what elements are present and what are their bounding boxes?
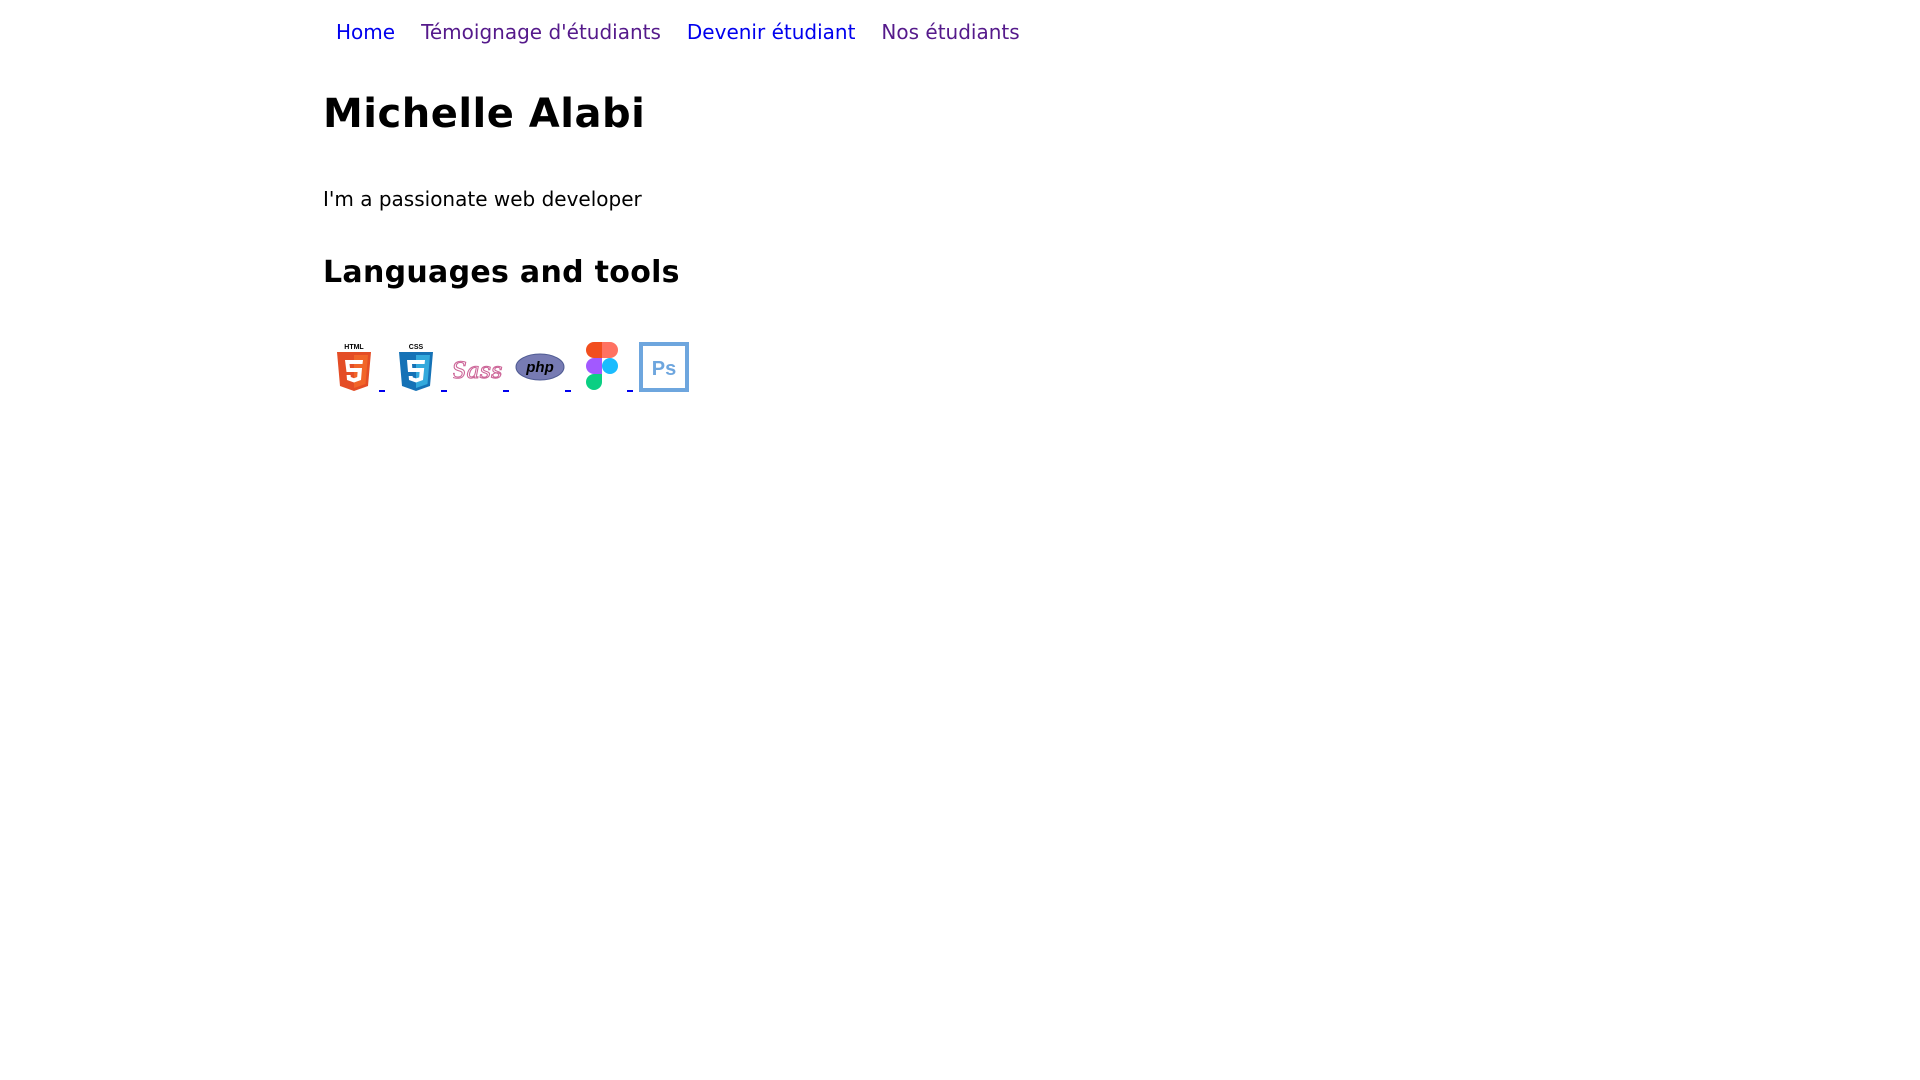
- tool-link-sass[interactable]: Sass: [447, 342, 509, 392]
- css3-icon: CSS: [399, 344, 433, 391]
- sass-wordmark: Sass: [453, 359, 502, 384]
- top-nav: Home Témoignage d'étudiants Devenir étud…: [323, 16, 1033, 48]
- tool-link-css3[interactable]: CSS: [385, 342, 447, 392]
- nav-link-become-student[interactable]: Devenir étudiant: [674, 16, 869, 48]
- php-wordmark: php: [525, 359, 554, 376]
- css3-icon-caption: CSS: [409, 344, 424, 351]
- figma-segment-red: [586, 342, 602, 358]
- css3-glyph: [407, 360, 425, 383]
- tool-link-html5[interactable]: HTML: [323, 342, 385, 392]
- figma-segment-blue: [602, 358, 618, 374]
- tool-link-figma[interactable]: [571, 342, 633, 392]
- sass-icon: Sass: [453, 358, 503, 384]
- intro-text: I'm a passionate web developer: [323, 187, 642, 211]
- tool-link-photoshop[interactable]: Ps: [633, 342, 689, 392]
- figma-segment-green: [586, 374, 602, 390]
- nav-link-home[interactable]: Home: [323, 16, 408, 48]
- photoshop-wordmark: Ps: [652, 358, 676, 380]
- tool-link-php[interactable]: php: [509, 342, 571, 392]
- page: Home Témoignage d'étudiants Devenir étud…: [0, 0, 1920, 1080]
- html5-glyph: [345, 360, 363, 383]
- figma-segment-purple: [586, 358, 602, 374]
- photoshop-icon: Ps: [639, 342, 689, 392]
- figma-segment-coral: [602, 342, 618, 358]
- html5-icon: HTML: [337, 344, 371, 391]
- section-heading-tools: Languages and tools: [323, 255, 680, 290]
- nav-link-our-students[interactable]: Nos étudiants: [868, 16, 1032, 48]
- figma-icon: [586, 342, 618, 390]
- nav-link-testimonials[interactable]: Témoignage d'étudiants: [408, 16, 674, 48]
- php-icon: php: [515, 353, 565, 381]
- tools-list: HTML CSS Sass php Ps: [323, 334, 689, 392]
- html5-icon-caption: HTML: [344, 344, 364, 351]
- page-title: Michelle Alabi: [323, 91, 646, 137]
